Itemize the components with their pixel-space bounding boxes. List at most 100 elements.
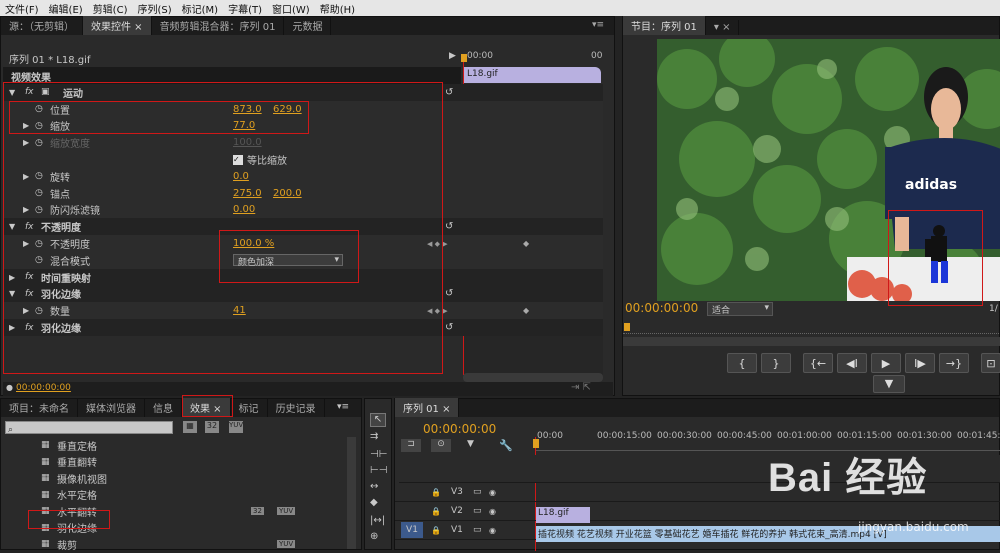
watermark-url: jingyan.baidu.com — [858, 520, 969, 534]
clip-l18[interactable]: L18.gif — [536, 507, 590, 523]
source-patch-v1[interactable]: V1 — [401, 522, 423, 538]
playhead-marker[interactable] — [461, 54, 467, 62]
timeline-playhead-marker[interactable] — [533, 439, 539, 448]
effect-list-item[interactable]: ▦ 水平定格 — [5, 487, 347, 504]
eye-icon[interactable]: ◉ — [489, 507, 496, 516]
effect-list-item[interactable]: ▦ 垂直翻转 — [5, 454, 347, 471]
rate-stretch-icon[interactable]: ↔ — [370, 481, 378, 492]
mark-in-button[interactable]: { — [727, 353, 757, 373]
effect-preset-icon: ▦ — [41, 489, 50, 500]
step-back-button[interactable]: ◀I — [837, 353, 867, 373]
reset-icon[interactable]: ↺ — [445, 221, 453, 232]
add-marker-icon[interactable]: ▼ — [467, 439, 474, 449]
go-to-out-button[interactable]: →} — [939, 353, 969, 373]
menu-item[interactable]: 标记(M) — [177, 1, 223, 16]
tab-sequence[interactable]: 序列 01 × — [395, 398, 460, 417]
tab-project[interactable]: 信息 — [145, 398, 182, 417]
effect-list-item[interactable]: ▦ 摄像机视图 — [5, 470, 347, 487]
fit-dropdown[interactable]: 适合 ▾ — [707, 302, 773, 316]
yuv-filter-icon[interactable]: YUV — [229, 421, 243, 433]
ec-current-time[interactable]: 00:00:00:00 — [16, 383, 71, 393]
slide-icon[interactable]: ⊕ — [370, 531, 378, 542]
effect-list-label: 水平定格 — [57, 491, 97, 503]
track-select-icon[interactable]: ⇉ — [370, 431, 378, 442]
effect-list-item[interactable]: ▦ 裁剪 YUV — [5, 536, 347, 553]
timeline-time[interactable]: 00:00:00:00 — [423, 422, 496, 436]
program-scroll[interactable] — [623, 337, 1000, 346]
effects-menu-icon[interactable]: ▾≡ — [337, 402, 349, 412]
tab-top[interactable]: 元数据 — [284, 16, 332, 35]
highlight-figure — [888, 210, 983, 306]
rolling-edit-icon[interactable]: ⊢⊣ — [370, 465, 387, 476]
ripple-edit-icon[interactable]: ⊣⊢ — [370, 449, 387, 460]
marker-button[interactable]: ▼ — [873, 375, 905, 393]
fit-label: 适合 — [712, 306, 731, 316]
selection-tool-icon[interactable]: ↖ — [370, 413, 386, 427]
program-ruler[interactable] — [623, 322, 1000, 334]
panel-menu-icon[interactable]: ▾≡ — [592, 20, 604, 30]
tab-project[interactable]: 标记 — [231, 398, 268, 417]
keyframe-icon[interactable]: ◆ — [523, 306, 529, 315]
effect-list-item[interactable]: ▦ 垂直定格 — [5, 437, 347, 454]
slip-icon[interactable]: |↔| — [370, 515, 385, 526]
reset-icon[interactable]: ↺ — [445, 87, 453, 98]
step-forward-button[interactable]: I▶ — [905, 353, 935, 373]
tab-program[interactable]: 节目：序列 01 — [623, 16, 706, 35]
highlight-left — [3, 82, 443, 374]
menu-item[interactable]: 剪辑(C) — [88, 1, 133, 16]
track-output-icon[interactable]: ▭ — [473, 506, 482, 516]
tab-project[interactable]: 媒体浏览器 — [78, 398, 145, 417]
menu-item[interactable]: 帮助(H) — [315, 1, 360, 16]
lock-icon[interactable]: 🔒 — [431, 507, 441, 516]
track-output-icon[interactable]: ▭ — [473, 525, 482, 535]
tab-project[interactable]: 项目：未命名 — [1, 398, 78, 417]
tab-top[interactable]: 效果控件 × — [83, 16, 152, 35]
32bit-badge: 32 — [251, 507, 264, 516]
track-output-icon[interactable]: ▭ — [473, 487, 482, 497]
effects-scrollbar[interactable] — [347, 437, 356, 549]
eye-icon[interactable]: ◉ — [489, 488, 496, 497]
menu-item[interactable]: 文件(F) — [0, 1, 44, 16]
reset-icon[interactable]: ↺ — [445, 288, 453, 299]
go-to-in-button[interactable]: {← — [803, 353, 833, 373]
eye-icon[interactable]: ◉ — [489, 526, 496, 535]
menu-item[interactable]: 字幕(T) — [223, 1, 267, 16]
track-label[interactable]: V2 — [451, 506, 463, 516]
track-label[interactable]: V3 — [451, 487, 463, 497]
project-tab-label: 项目：未命名 — [9, 404, 69, 415]
menu-item[interactable]: 编辑(E) — [44, 1, 88, 16]
snap-icon[interactable]: ⊐ — [401, 439, 421, 452]
menu-item[interactable]: 窗口(W) — [267, 1, 315, 16]
ruler-tick-label: 00:00:30:00 — [657, 431, 712, 441]
link-icon[interactable]: ⊙ — [431, 439, 451, 452]
tab-top[interactable]: 源：（无剪辑） — [1, 16, 83, 35]
menu-item[interactable]: 序列(S) — [132, 1, 176, 16]
lift-button[interactable]: ⊡ — [981, 353, 1000, 373]
ruler-tick-label: 00:00:45:00 — [717, 431, 772, 441]
play-triangle-icon[interactable]: ▶ — [449, 51, 456, 61]
ec-scrollbar[interactable] — [463, 373, 603, 382]
tab-project[interactable]: 历史记录 — [268, 398, 325, 417]
track-row[interactable]: 🔒 V2 ▭ ◉ — [395, 502, 1000, 521]
program-tab-bar: 节目：序列 01 ▾ × — [623, 16, 999, 35]
keyframe-icon[interactable]: ◆ — [523, 239, 529, 248]
play-button[interactable]: ▶ — [871, 353, 901, 373]
accelerated-filter-icon[interactable]: ▦ — [183, 421, 197, 433]
lock-icon[interactable]: 🔒 — [431, 526, 441, 535]
export-icon[interactable]: ⇥ ⇱ — [571, 382, 591, 393]
effects-search-input[interactable]: ⌕ — [5, 421, 173, 435]
yuv-badge: YUV — [277, 507, 296, 516]
program-playhead[interactable] — [624, 323, 630, 331]
32bit-filter-icon[interactable]: 32 — [205, 421, 219, 433]
menu-bar: 文件(F) 编辑(E) 剪辑(C) 序列(S) 标记(M) 字幕(T) 窗口(W) 帮助(H) — [0, 0, 1000, 16]
razor-icon[interactable]: ◆ — [370, 497, 378, 508]
program-close-icon[interactable]: ▾ × — [706, 20, 740, 35]
mark-out-button[interactable]: } — [761, 353, 791, 373]
lock-icon[interactable]: 🔒 — [431, 488, 441, 497]
settings-wrench-icon[interactable]: 🔧 — [499, 439, 513, 452]
reset-icon[interactable]: ↺ — [445, 322, 453, 333]
program-time[interactable]: 00:00:00:00 — [625, 301, 698, 315]
effect-controls-panel: 源：（无剪辑） 效果控件 × 音频剪辑混合器：序列 01 元数据 ▾≡ 序列 01 *… — [0, 16, 615, 396]
tab-top[interactable]: 音频剪辑混合器：序列 01 — [152, 16, 285, 35]
track-label[interactable]: V1 — [451, 525, 463, 535]
